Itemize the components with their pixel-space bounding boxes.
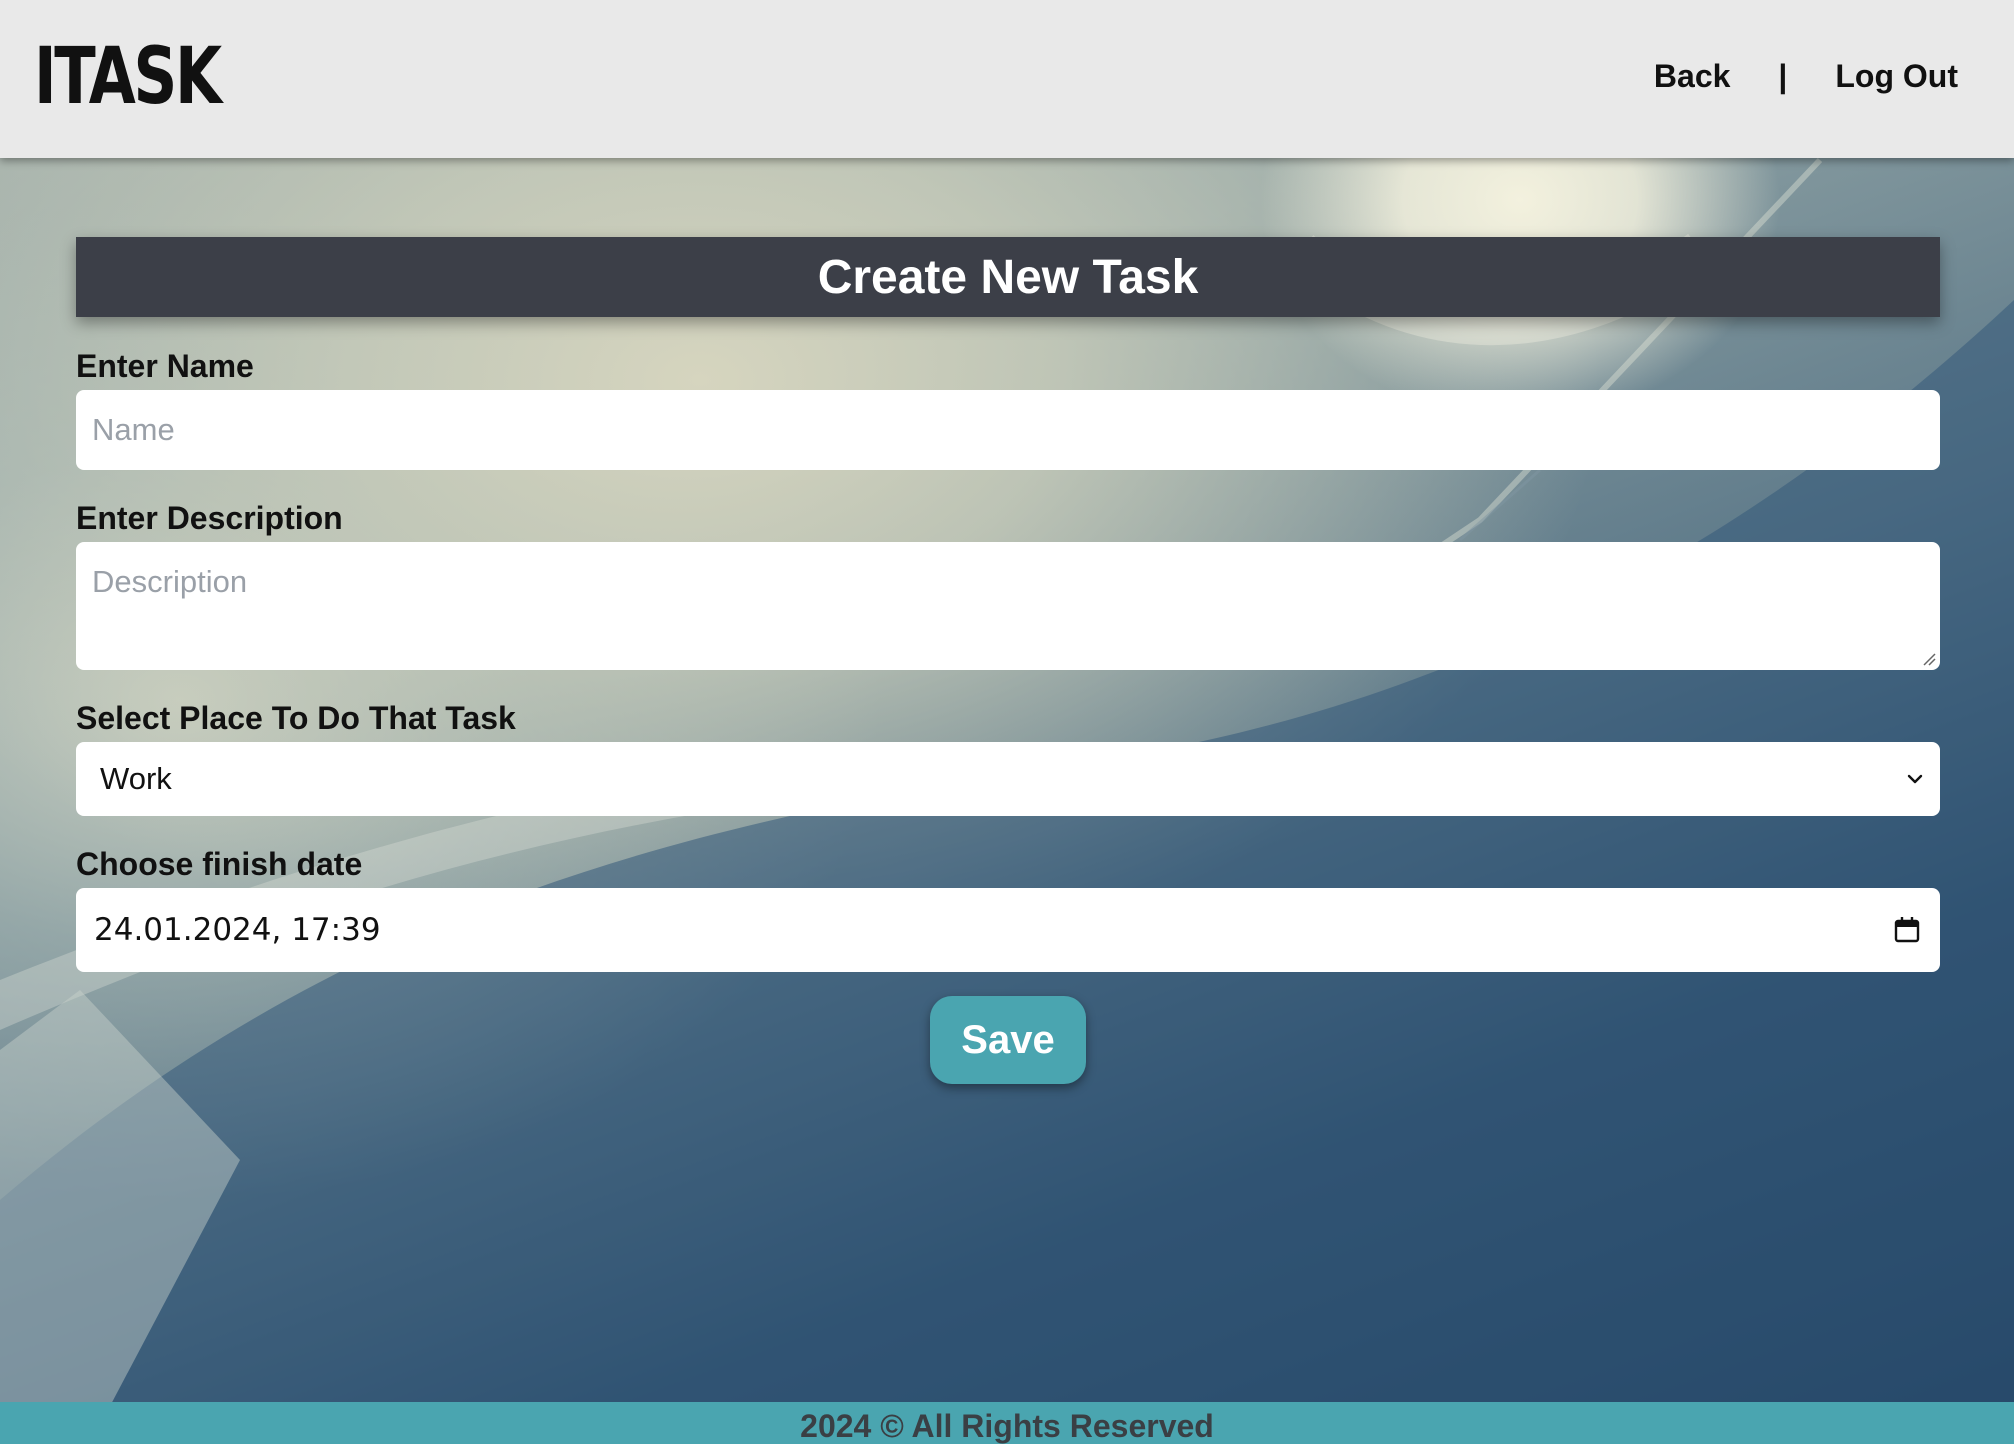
place-label: Select Place To Do That Task (76, 700, 516, 736)
top-header: ITASK Back | Log Out (0, 0, 2014, 158)
place-select-value: Work (100, 761, 172, 796)
logout-link[interactable]: Log Out (1835, 58, 1958, 95)
copyright-text: 2024 © All Rights Reserved (800, 1408, 1214, 1444)
name-input[interactable] (76, 390, 1940, 470)
description-wrapper (76, 542, 1940, 670)
name-label: Enter Name (76, 348, 254, 384)
back-link[interactable]: Back (1654, 58, 1731, 95)
nav-separator: | (1778, 58, 1788, 94)
form-title-bar: Create New Task (76, 237, 1940, 317)
finish-date-input[interactable]: 24.01.2024, 17:39 (76, 888, 1940, 972)
description-textarea[interactable] (76, 542, 1940, 670)
resize-handle-icon[interactable] (1922, 652, 1936, 666)
calendar-icon[interactable] (1892, 915, 1922, 945)
save-button[interactable]: Save (930, 996, 1086, 1084)
place-select[interactable]: Work (76, 742, 1940, 816)
footer: 2024 © All Rights Reserved (0, 1402, 2014, 1444)
itask-logo[interactable]: ITASK (34, 38, 222, 116)
form-title: Create New Task (817, 250, 1199, 304)
finish-date-label: Choose finish date (76, 846, 363, 882)
finish-date-value: 24.01.2024, 17:39 (94, 912, 381, 948)
description-label: Enter Description (76, 500, 343, 536)
top-nav: Back | Log Out (1654, 58, 1958, 95)
chevron-down-icon (1907, 774, 1923, 784)
